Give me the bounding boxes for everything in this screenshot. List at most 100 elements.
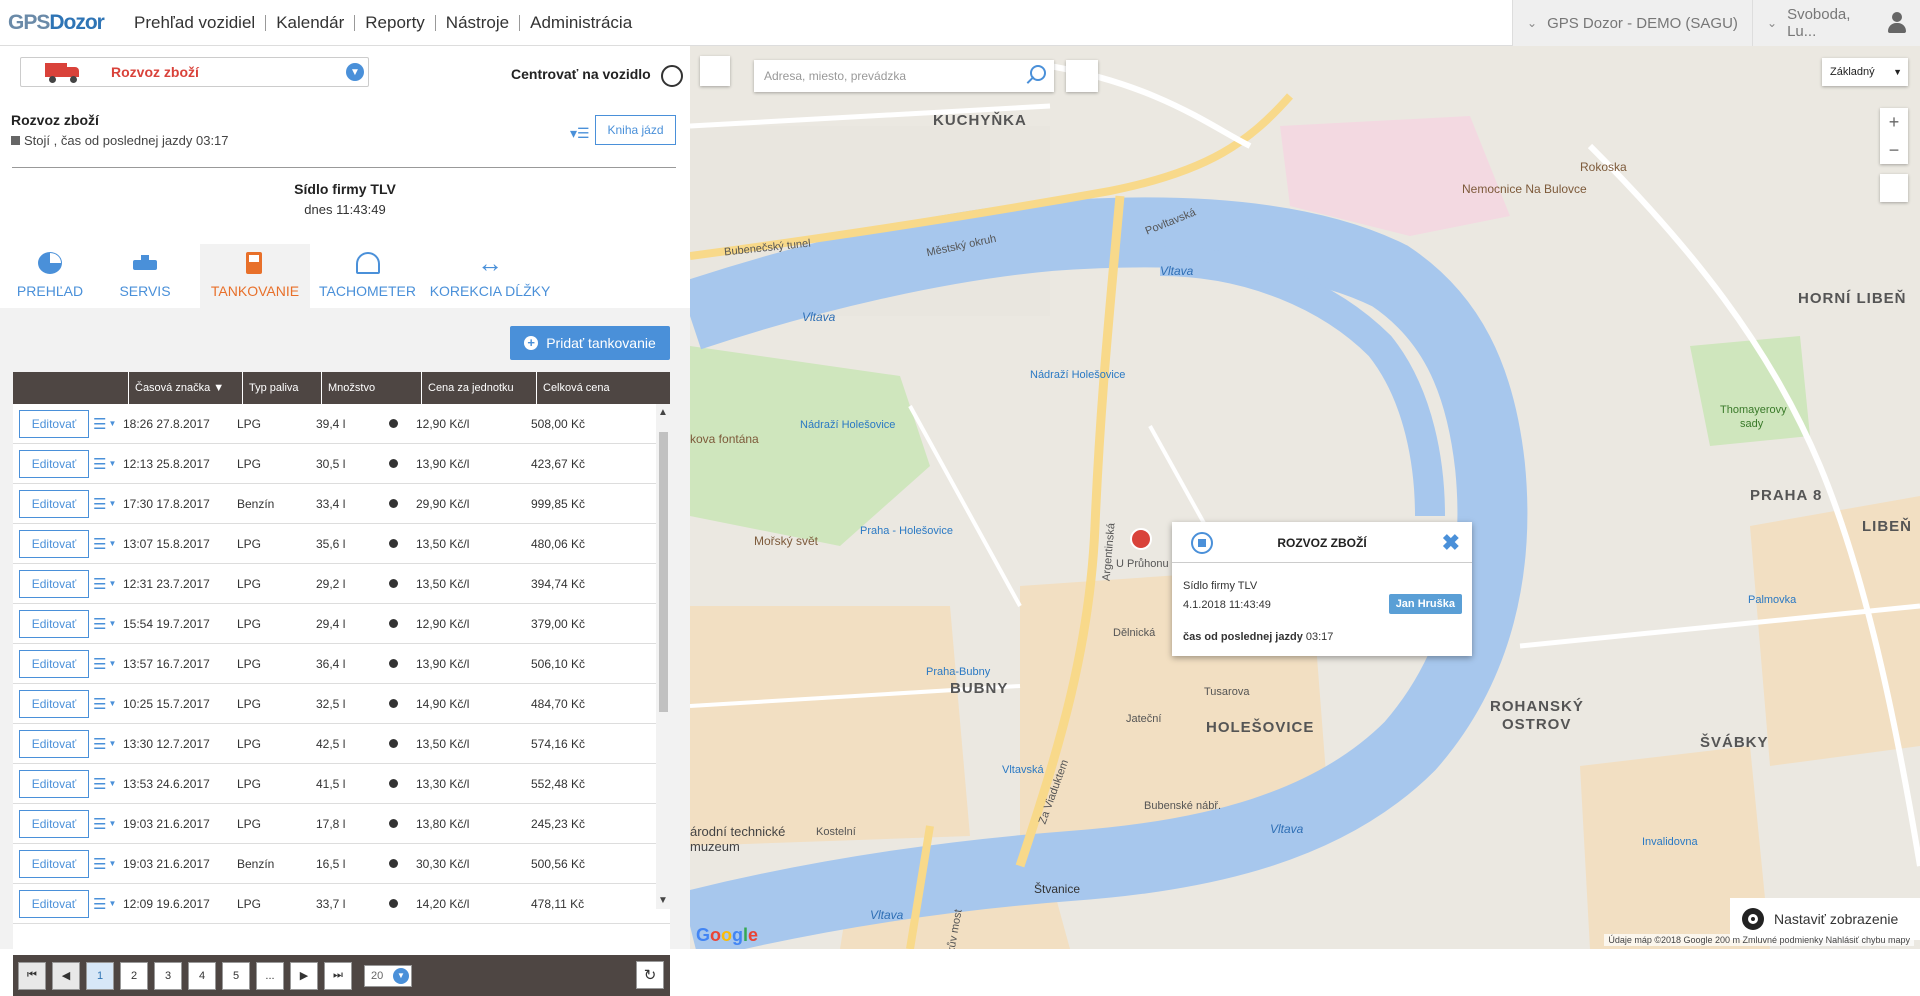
table-scrollbar[interactable]: ▲ ▼ <box>656 404 670 909</box>
logbook-button[interactable]: Kniha jázd <box>595 115 676 145</box>
plus-icon: + <box>524 336 539 350</box>
cell-amount: 35,6 l <box>316 536 346 551</box>
cell-time: 17:30 17.8.2017 <box>123 496 210 511</box>
tab-refueling[interactable]: TANKOVANIE <box>200 244 310 308</box>
edit-button[interactable]: Editovať <box>19 569 89 598</box>
user-dropdown[interactable]: ⌄ Svoboda, Lu... <box>1752 0 1920 46</box>
nav-tools[interactable]: Nástroje <box>436 14 521 31</box>
page-size-select[interactable]: 20 ▼ <box>364 964 412 987</box>
cell-total: 423,67 Kč <box>531 456 586 471</box>
vehicle-menu-icon[interactable]: ▾☰ <box>570 125 590 142</box>
edit-button[interactable]: Editovať <box>19 729 89 758</box>
row-menu-icon[interactable]: ☰ ▼ <box>93 575 117 593</box>
edit-button[interactable]: Editovať <box>19 609 89 638</box>
edit-button[interactable]: Editovať <box>19 409 89 438</box>
row-menu-icon[interactable]: ☰ ▼ <box>93 695 117 713</box>
row-menu-icon[interactable]: ☰ ▼ <box>93 895 117 913</box>
chevron-down-icon: ▼ <box>346 63 364 81</box>
scroll-down-icon[interactable]: ▼ <box>658 895 668 906</box>
page-3-button[interactable]: 3 <box>154 961 182 990</box>
row-menu-icon[interactable]: ☰ ▼ <box>93 855 117 873</box>
map[interactable]: Adresa, miesto, prevádzka Základný ▼ + −… <box>690 46 1920 949</box>
tab-tachometer[interactable]: TACHOMETER <box>310 244 425 308</box>
edit-button[interactable]: Editovať <box>19 649 89 678</box>
search-icon[interactable] <box>1024 65 1046 87</box>
prev-page-button[interactable]: ◀ <box>52 961 80 990</box>
row-menu-icon[interactable]: ☰ ▼ <box>93 735 117 753</box>
status-dot <box>376 899 410 908</box>
edit-button[interactable]: Editovať <box>19 769 89 798</box>
gear-icon <box>1742 908 1764 930</box>
cell-fuel: LPG <box>237 456 262 471</box>
driver-badge[interactable]: Jan Hruška <box>1388 594 1462 614</box>
refresh-button[interactable]: ↻ <box>636 961 664 989</box>
tab-overview[interactable]: PREHĽAD <box>10 244 90 308</box>
map-label: PRAHA 8 <box>1750 487 1823 504</box>
vehicle-name: Rozvoz zboží <box>11 112 99 128</box>
status-dot <box>376 859 410 868</box>
close-icon[interactable]: ✖ <box>1442 530 1460 556</box>
last-page-button[interactable]: ⏭ <box>324 961 352 990</box>
header-time[interactable]: Časová značka ▼ <box>129 372 243 404</box>
edit-button[interactable]: Editovať <box>19 489 89 518</box>
nav-administration[interactable]: Administrácia <box>520 14 642 31</box>
tab-service[interactable]: SERVIS <box>90 244 200 308</box>
row-menu-icon[interactable]: ☰ ▼ <box>93 455 117 473</box>
map-label: Palmovka <box>1748 594 1797 606</box>
cell-total: 478,11 Kč <box>531 896 585 911</box>
zoom-in-button[interactable]: + <box>1880 108 1908 136</box>
row-menu-icon[interactable]: ☰ ▼ <box>93 415 117 433</box>
scroll-up-icon[interactable]: ▲ <box>658 407 668 418</box>
cell-fuel: LPG <box>237 616 262 631</box>
vehicle-info: Rozvoz zboží Stojí , čas od poslednej ja… <box>11 112 229 148</box>
dot-icon <box>388 499 398 508</box>
cell-time: 10:25 15.7.2017 <box>123 696 210 711</box>
map-type-select[interactable]: Základný ▼ <box>1822 58 1908 86</box>
fuel-pump-icon <box>243 252 267 274</box>
page-2-button[interactable]: 2 <box>120 961 148 990</box>
gps-dozor-logo[interactable]: GPS Dozor <box>0 0 124 46</box>
street-view-icon[interactable] <box>1880 174 1908 202</box>
edit-button[interactable]: Editovať <box>19 809 89 838</box>
next-page-button[interactable]: ▶ <box>290 961 318 990</box>
cell-fuel: LPG <box>237 736 262 751</box>
zoom-out-button[interactable]: − <box>1880 136 1908 164</box>
page-4-button[interactable]: 4 <box>188 961 216 990</box>
vehicle-marker-icon[interactable] <box>1130 528 1152 550</box>
location-time: dnes 11:43:49 <box>304 202 386 217</box>
vehicle-select[interactable]: Rozvoz zboží ▼ <box>20 57 369 87</box>
row-menu-icon[interactable]: ☰ ▼ <box>93 535 117 553</box>
edit-button[interactable]: Editovať <box>19 529 89 558</box>
table-row: Editovať ☰ ▼ 13:53 24.6.2017 LPG 41,5 l 13,30 … <box>13 764 670 804</box>
row-menu-icon[interactable]: ☰ ▼ <box>93 655 117 673</box>
status-dot <box>376 779 410 788</box>
nav-vehicles[interactable]: Prehľad vozidiel <box>124 14 267 31</box>
more-pages-button[interactable]: ... <box>256 961 284 990</box>
map-footer[interactable]: Údaje máp ©2018 Google 200 m Zmluvné pod… <box>1604 934 1914 946</box>
measure-icon[interactable] <box>1066 60 1098 92</box>
map-label: HOLEŠOVICE <box>1206 719 1315 736</box>
account-dropdown[interactable]: ⌄ GPS Dozor - DEMO (SAGU) <box>1512 0 1752 46</box>
nav-reports[interactable]: Reporty <box>355 14 436 31</box>
nav-calendar[interactable]: Kalendár <box>266 14 356 31</box>
page-1-button[interactable]: 1 <box>86 961 114 990</box>
row-menu-icon[interactable]: ☰ ▼ <box>93 775 117 793</box>
row-menu-icon[interactable]: ☰ ▼ <box>93 495 117 513</box>
fullscreen-icon[interactable] <box>700 56 730 86</box>
page-5-button[interactable]: 5 <box>222 961 250 990</box>
scroll-thumb[interactable] <box>659 432 668 712</box>
logo-gps-text: GPS <box>8 10 50 34</box>
edit-button[interactable]: Editovať <box>19 689 89 718</box>
edit-button[interactable]: Editovať <box>19 849 89 878</box>
row-menu-icon[interactable]: ☰ ▼ <box>93 815 117 833</box>
edit-button[interactable]: Editovať <box>19 889 89 918</box>
first-page-button[interactable]: ⏮ <box>18 961 46 990</box>
add-refueling-button[interactable]: + Pridať tankovanie <box>510 326 670 360</box>
tab-length-correction[interactable]: ↔ KOREKCIA DĹŽKY <box>425 244 555 308</box>
row-menu-icon[interactable]: ☰ ▼ <box>93 615 117 633</box>
map-search-input[interactable]: Adresa, miesto, prevádzka <box>754 60 1054 92</box>
cell-total: 552,48 Kč <box>531 776 586 791</box>
edit-button[interactable]: Editovať <box>19 449 89 478</box>
center-on-vehicle-toggle[interactable] <box>661 65 683 87</box>
map-label: Dělnická <box>1113 627 1156 639</box>
